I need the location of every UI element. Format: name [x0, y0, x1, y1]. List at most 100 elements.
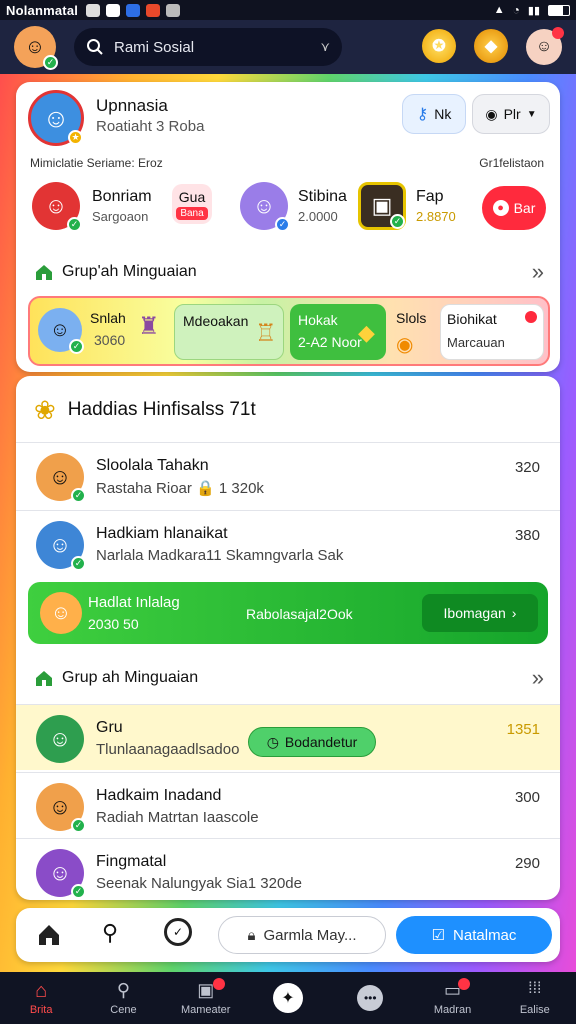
star-badge-icon: ★ — [68, 130, 83, 145]
profile-name: Upnnasia — [96, 96, 168, 115]
key-icon: ⚷ — [416, 106, 429, 123]
gua-chip[interactable]: Gua Bana — [172, 184, 212, 224]
nav-item-media[interactable]: ▭ Madran — [411, 972, 493, 1024]
row-title: Gru — [96, 719, 123, 736]
promo-tile-sub: Marcauan — [447, 335, 505, 350]
banner-title: Hadlat Inlalag — [88, 594, 180, 611]
row-sub: Narlala Madkara11 Skamngvarla Sak — [96, 547, 344, 564]
search-icon: ⚲ — [116, 980, 131, 1000]
lock-icon: 🔒︎ — [247, 926, 256, 944]
notification-dot — [212, 978, 225, 990]
row-sub: Tlunlaanagaadlsadoo — [96, 741, 240, 758]
notification-dot — [525, 311, 537, 323]
friend-name: Bonriam — [92, 188, 152, 205]
row-count: 320 — [514, 459, 540, 476]
nav-item-home[interactable]: ⌂ Brita — [0, 972, 82, 1024]
chip-label: Gua — [178, 188, 206, 205]
image-notification-icon — [106, 3, 121, 17]
row-avatar: ☺ — [36, 715, 84, 763]
friend-avatar: ☺ ✓ — [32, 182, 82, 232]
list-item[interactable]: ☺ ✓ Hadkaim Inadand Radiah Matrtan Iaasco… — [16, 772, 560, 838]
nav-item-more[interactable]: ⁞⁞⁞ Ealise — [494, 972, 576, 1024]
red-button-label: Bar — [513, 200, 536, 216]
info-right: Gr1felistaon — [479, 156, 544, 170]
primary-action-button[interactable]: ☑ Natalmac — [396, 916, 552, 954]
check-circle-icon[interactable]: ✓ — [164, 918, 192, 946]
carrier-text: Nolanmatal — [6, 2, 79, 18]
grid-icon: ⁞⁞⁞ — [528, 980, 542, 997]
verified-badge-icon: ✓ — [71, 884, 86, 899]
nav-item-search[interactable]: ⚲ Cene — [82, 972, 164, 1024]
banner-action-button[interactable]: Ibomagan › — [422, 594, 538, 632]
promo-strip: ☺ ✓ Snlah 3060 ♜ Mdeoakan ♖ Hokak 2-A2 No… — [28, 296, 550, 366]
friend-item[interactable]: ▣ ✓ Fap 2.8870 — [358, 178, 456, 234]
pin-icon[interactable]: ⚲ — [102, 920, 118, 946]
list-item[interactable]: ☺ ✓ Sloolala Tahakn Rastaha Rioar 🔒 1 320… — [16, 442, 560, 508]
friend-item[interactable]: ☺ ✓ Bonriam Sargoaon — [32, 178, 152, 234]
double-chevron-right-icon[interactable]: » — [532, 259, 544, 285]
row-avatar: ☺ ✓ — [36, 453, 86, 503]
list-card: ❀ Haddias Hinfisalss 71t ☺ ✓ Sloolala Tah… — [16, 376, 560, 900]
search-input[interactable]: Rami Sosial — [114, 39, 320, 56]
play-dropdown-button[interactable]: ◉ Plr ▼ — [472, 94, 550, 134]
key-button[interactable]: ⚷ Nk — [402, 94, 466, 134]
info-left: Mimiclatie Seriame: Eroz — [30, 156, 163, 170]
list-item[interactable]: ☺ ✓ Fingmatal Seenak Nalungyak Sia1 320de… — [16, 838, 560, 904]
reward-icon[interactable]: ◆ — [474, 29, 508, 63]
nav-item-messages[interactable]: ▣ Mameater — [165, 972, 247, 1024]
wifi-icon: ◔ — [512, 3, 520, 17]
list-item[interactable]: ☺ ✓ Hadkiam hlanaikat Narlala Madkara11 S… — [16, 510, 560, 576]
promo-tile-title: Hokak — [298, 312, 338, 328]
person-icon: ☺ — [48, 464, 72, 489]
profile-avatar[interactable]: ☺ ★ — [28, 90, 84, 146]
friend-sub: 2.8870 — [416, 209, 456, 224]
banner-sub: 2030 50 — [88, 616, 139, 632]
nav-item-chat[interactable]: ••• — [329, 972, 411, 1024]
row-avatar: ☺ ✓ — [36, 783, 86, 833]
gift-icon[interactable]: ✪ — [422, 29, 456, 63]
row-count: 380 — [514, 527, 540, 544]
app-notification-icon — [86, 3, 101, 17]
status-pill-button[interactable]: ◷ Bodandetur — [248, 727, 376, 757]
row-title: Sloolala Tahakn — [96, 457, 209, 474]
nav-label: Mameater — [180, 1004, 231, 1016]
promo-tile[interactable]: Mdeoakan ♖ — [174, 304, 284, 360]
promo-tile[interactable]: ☺ ✓ Snlah 3060 ♜ — [34, 304, 168, 360]
list-item[interactable]: ☺ Gru Tlunlaanagaadlsadoo ◷ Bodandetur 1… — [16, 704, 560, 770]
row-title: Fingmatal — [96, 853, 167, 870]
promo-tile-title: Mdeoakan — [183, 313, 249, 329]
friends-row: ☺ ✓ Bonriam Sargoaon Gua Bana ☺ ✓ Stibin… — [16, 178, 560, 236]
banner-action-label: Ibomagan — [443, 605, 506, 621]
home-icon — [36, 671, 52, 686]
person-icon: ☺ — [44, 193, 68, 218]
nav-item-center[interactable]: ✦ — [247, 972, 329, 1024]
person-icon: ☺ — [49, 318, 71, 341]
promo-tile[interactable]: Slols ◉ — [392, 304, 434, 360]
message-input[interactable]: 🔒︎ Garmla May... — [218, 916, 386, 954]
double-chevron-right-icon[interactable]: » — [532, 665, 544, 691]
lantern-icon: ♖ — [255, 320, 277, 347]
row-sub: Rastaha Rioar 🔒 1 320k — [96, 480, 264, 497]
person-icon: ☺ — [48, 532, 72, 557]
green-promo-banner[interactable]: ☺ Hadlat Inlalag 2030 50 Rabolasajal2Ook… — [28, 582, 548, 644]
status-bar: Nolanmatal ▲ ◔ ▮▮ — [0, 0, 576, 20]
friend-name: Fap — [416, 188, 444, 205]
coin-icon: ◆ — [358, 320, 375, 345]
friend-item[interactable]: ☺ ✓ Stibina 2.0000 — [240, 178, 347, 234]
search-bar[interactable]: Rami Sosial ⋎ — [74, 28, 342, 66]
promo-tile[interactable]: Hokak 2-A2 Noor ◆ — [290, 304, 386, 360]
promo-tile[interactable]: Biohikat Marcauan — [440, 304, 544, 360]
nav-label: Madran — [433, 1004, 472, 1016]
chat-icon: ••• — [357, 985, 384, 1011]
profile-card: ☺ ★ Upnnasia Roatiaht 3 Roba ⚷ Nk ◉ Plr … — [16, 82, 560, 372]
section-header[interactable]: Grup ah Minguaian » — [34, 664, 544, 692]
red-action-button[interactable]: ● Bar — [482, 186, 546, 230]
signal-icon: ▮▮ — [527, 4, 540, 17]
friend-avatar[interactable]: ☺ — [526, 27, 564, 65]
section-header[interactable]: Grup'ah Minguaian » — [34, 258, 544, 286]
user-avatar[interactable]: ☺ ✓ — [14, 26, 58, 70]
filter-icon[interactable]: ⋎ — [320, 39, 330, 55]
verified-badge-icon: ✓ — [71, 818, 86, 833]
game-notification-icon — [146, 3, 161, 17]
home-icon[interactable] — [36, 922, 62, 948]
